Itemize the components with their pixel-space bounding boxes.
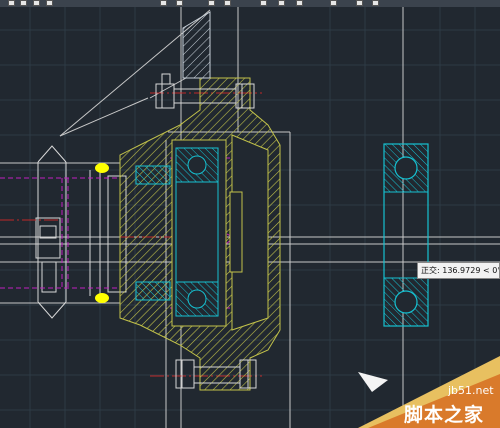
watermark-name: 脚本之家	[404, 404, 485, 426]
redo-icon[interactable]	[46, 0, 53, 6]
layer-icon[interactable]	[176, 0, 183, 6]
bearing-housing	[119, 77, 281, 391]
snap-ring-top	[95, 163, 109, 173]
snap-icon[interactable]	[260, 0, 267, 6]
ortho-icon[interactable]	[278, 0, 285, 6]
undo-icon[interactable]	[33, 0, 40, 6]
autocad-window: 正交: 136.9729 < 0° jb51.net 脚本之家	[0, 0, 500, 428]
quick-access-toolbar	[0, 0, 500, 7]
properties-icon[interactable]	[208, 0, 215, 6]
snap-ring-bottom	[95, 293, 109, 303]
rib-section	[182, 11, 211, 79]
polar-icon[interactable]	[296, 0, 303, 6]
toolbar-extra-icon[interactable]	[356, 0, 363, 6]
bearing-side-view	[383, 143, 429, 327]
ortho-tooltip: 正交: 136.9729 < 0°	[417, 262, 500, 279]
save-icon[interactable]	[8, 0, 15, 6]
grid-icon[interactable]	[224, 0, 231, 6]
print-icon[interactable]	[20, 0, 27, 6]
watermark-url: jb51.net	[448, 384, 494, 397]
osnap-icon[interactable]	[330, 0, 337, 6]
shaft-profile	[35, 145, 127, 319]
match-properties-icon[interactable]	[160, 0, 167, 6]
toolbar-extra-icon[interactable]	[372, 0, 379, 6]
